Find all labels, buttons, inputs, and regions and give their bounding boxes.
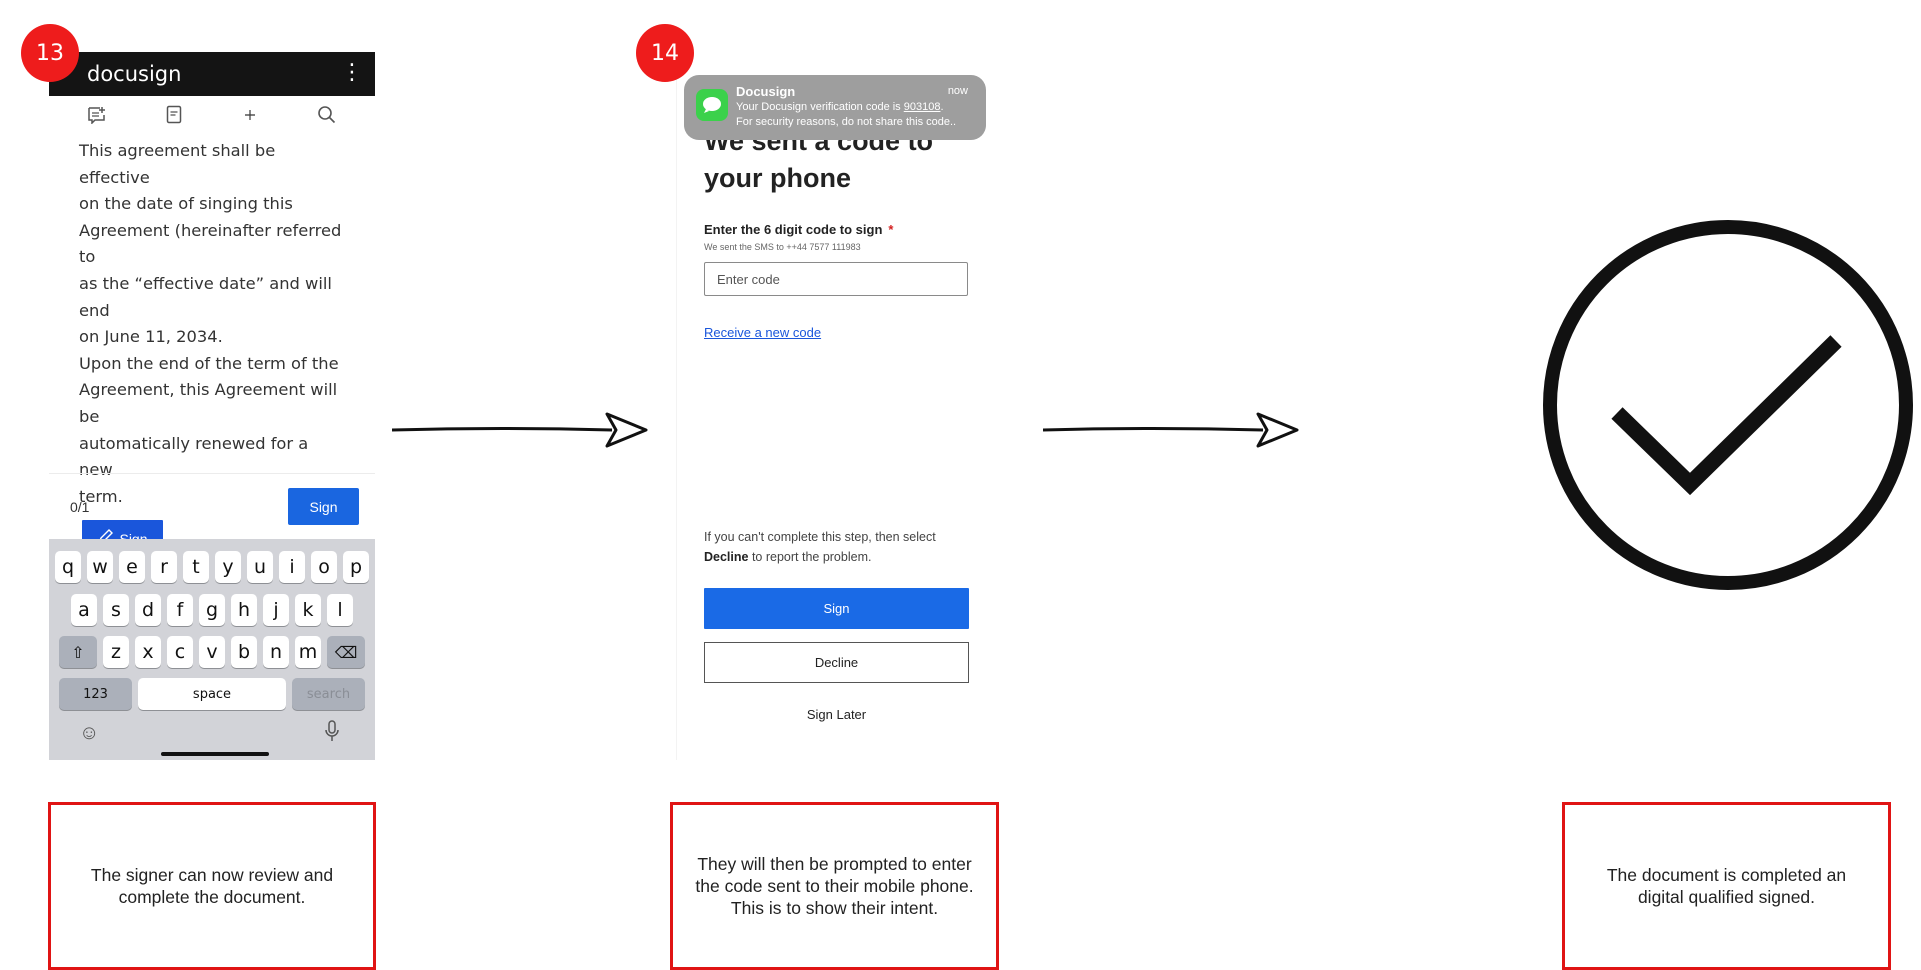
emoji-icon[interactable]: ☺ [79,722,99,745]
phone-screen-review: docusign ⋮ This agreement shall be effec… [49,52,375,760]
key[interactable]: r [151,551,177,583]
code-input[interactable] [704,262,968,296]
agreement-line: on June 11, 2034. [79,327,223,347]
key[interactable]: s [103,594,129,626]
search-icon[interactable] [312,105,342,129]
shift-key-icon[interactable]: ⇧ [59,636,97,668]
agreement-line: This agreement shall be effective [79,141,276,187]
messages-app-icon [696,89,728,121]
agreement-line: as the “effective date” and will end [79,273,332,320]
keyboard-row-3: ⇧ z x c v b n m ⌫ [49,636,375,668]
agreement-line: Agreement (hereinafter referred to [79,220,342,267]
key[interactable]: q [55,551,81,583]
key[interactable]: y [215,551,241,583]
resend-code-link[interactable]: Receive a new code [704,325,821,340]
backspace-key-icon[interactable]: ⌫ [327,636,365,668]
required-mark: * [888,222,894,237]
keyboard-row-4: 123 space search [49,678,375,710]
notification-text-end: . [940,101,944,113]
home-indicator [161,752,269,756]
verification-code: 903108 [903,101,941,113]
check-circle-icon [1543,220,1913,590]
key[interactable]: w [87,551,113,583]
key[interactable]: m [295,636,321,668]
signing-footer: 0/1 Sign [49,473,375,540]
key[interactable]: v [199,636,225,668]
key[interactable]: t [183,551,209,583]
sign-button[interactable]: Sign [704,588,969,629]
help-text: If you can't complete this step, then se… [704,530,936,544]
caption-review: The signer can now review and complete t… [48,802,376,970]
code-field-label: Enter the 6 digit code to sign * [704,222,893,237]
decline-button[interactable]: Decline [704,642,969,683]
sign-later-button[interactable]: Sign Later [704,707,969,722]
more-menu-icon[interactable]: ⋮ [341,60,363,85]
step-badge-14: 14 [636,24,694,82]
key[interactable]: i [279,551,305,583]
footer-sign-button[interactable]: Sign [288,488,359,525]
app-name: docusign [87,62,182,86]
sparkle-icon[interactable] [235,107,265,128]
comment-add-icon[interactable] [82,106,112,129]
microphone-icon[interactable] [324,720,340,748]
notification-app-name: Docusign [736,84,796,99]
arrow-right-icon [1043,412,1299,448]
app-header: docusign ⋮ [49,52,375,96]
caption-verify: They will then be prompted to enter the … [670,802,999,970]
key[interactable]: g [199,594,225,626]
help-text-rest: to report the problem. [748,550,872,564]
notification-text: Your Docusign verification code is [736,101,904,113]
key[interactable]: e [119,551,145,583]
space-key[interactable]: space [138,678,286,710]
key[interactable]: h [231,594,257,626]
key[interactable]: c [167,636,193,668]
notification-message: Your Docusign verification code is 90310… [736,101,944,113]
onscreen-keyboard: q w e r t y u i o p a s d f g h j k l ⇧ … [49,539,375,760]
key[interactable]: z [103,636,129,668]
agreement-text: This agreement shall be effective on the… [49,138,375,510]
code-field-label-text: Enter the 6 digit code to sign [704,222,883,237]
key[interactable]: b [231,636,257,668]
help-text-bold: Decline [704,550,749,564]
key[interactable]: l [327,594,353,626]
keyboard-row-1: q w e r t y u i o p [49,551,375,583]
help-text-line-2: Decline to report the problem. [704,550,871,564]
key[interactable]: f [167,594,193,626]
notification-time: now [947,85,968,97]
key[interactable]: o [311,551,337,583]
key[interactable]: d [135,594,161,626]
key[interactable]: j [263,594,289,626]
document-icon[interactable] [159,105,189,129]
step-badge-13: 13 [21,24,79,82]
document-toolbar [49,96,375,138]
arrow-right-icon [392,412,648,448]
search-key[interactable]: search [292,678,365,710]
caption-complete: The document is completed an digital qua… [1562,802,1891,970]
key[interactable]: n [263,636,289,668]
key[interactable]: a [71,594,97,626]
numbers-key[interactable]: 123 [59,678,132,710]
agreement-line: on the date of singing this [79,194,293,214]
key[interactable]: u [247,551,273,583]
notification-warning: For security reasons, do not share this … [736,116,957,128]
sms-note: We sent the SMS to ++44 7577 111983 [704,242,861,252]
key[interactable]: x [135,636,161,668]
progress-count: 0/1 [70,499,90,515]
agreement-line: Upon the end of the term of the [79,353,339,373]
agreement-line: Agreement, this Agreement will be [79,380,338,426]
key[interactable]: k [295,594,321,626]
page-title-line: your phone [704,163,851,193]
sms-notification[interactable]: Docusign now Your Docusign verification … [684,75,986,140]
keyboard-row-2: a s d f g h j k l [49,594,375,626]
key[interactable]: p [343,551,369,583]
